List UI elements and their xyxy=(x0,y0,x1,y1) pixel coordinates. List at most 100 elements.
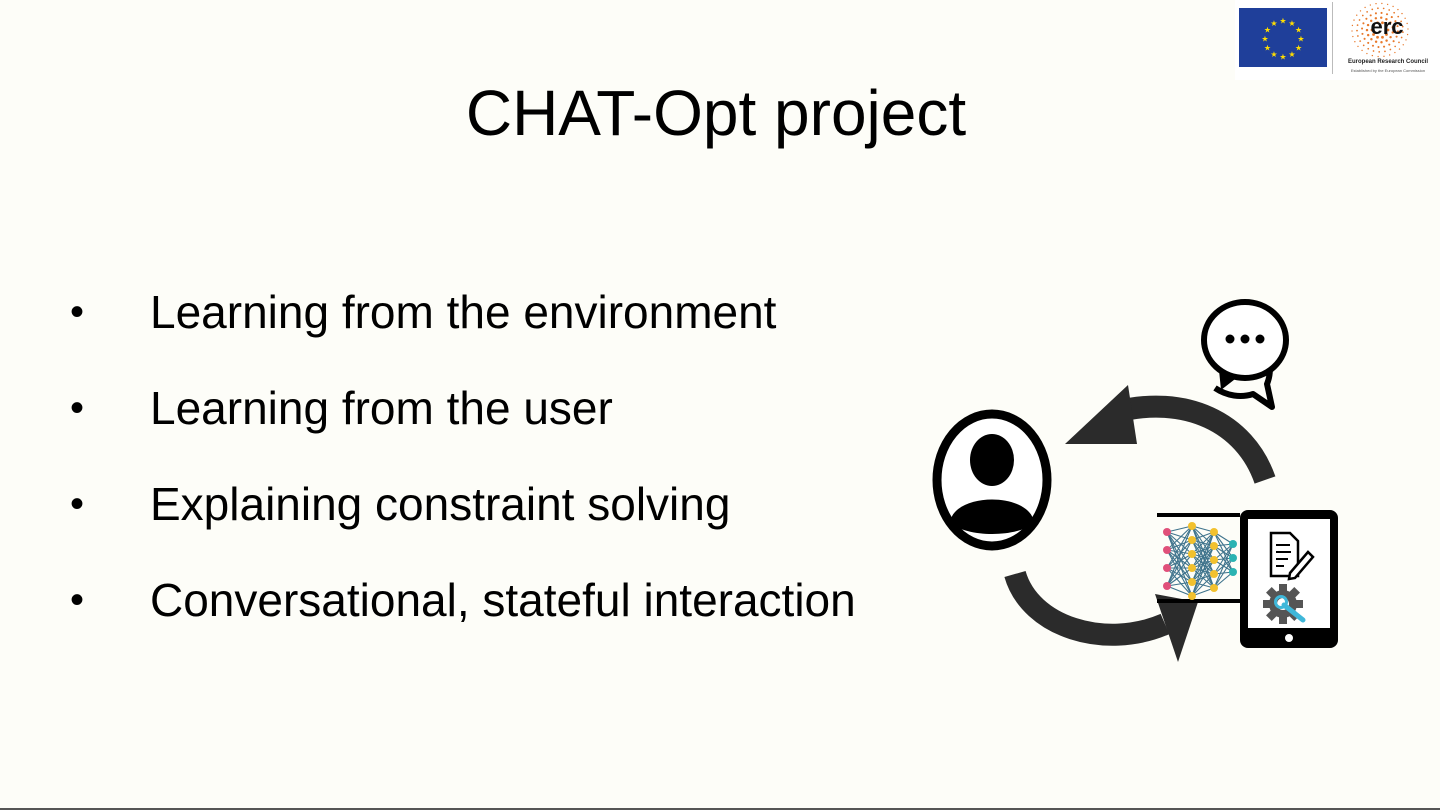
bullet-text: Explaining constraint solving xyxy=(150,478,731,530)
erc-name: European Research Council xyxy=(1347,59,1429,65)
erc-dot xyxy=(1405,39,1407,41)
erc-dot xyxy=(1361,32,1364,35)
nn-node xyxy=(1188,550,1196,558)
nn-node xyxy=(1229,540,1237,548)
nn-node xyxy=(1210,556,1218,564)
erc-dot xyxy=(1363,37,1366,40)
erc-dot xyxy=(1397,8,1399,11)
erc-dot xyxy=(1386,3,1389,6)
nn-node xyxy=(1210,542,1218,550)
erc-dot xyxy=(1367,47,1370,50)
erc-dot xyxy=(1365,28,1369,32)
eu-star-icon: ★ xyxy=(1270,50,1277,59)
erc-dot xyxy=(1380,41,1383,44)
erc-dot xyxy=(1359,40,1362,42)
nn-node xyxy=(1163,564,1171,572)
bullet-text: Learning from the user xyxy=(150,382,613,434)
erc-dot xyxy=(1351,30,1353,32)
bullet-dot: • xyxy=(70,290,85,334)
gear-wrench-icon xyxy=(1263,584,1306,624)
erc-dot xyxy=(1371,54,1374,57)
erc-dot xyxy=(1388,54,1391,56)
bullet-dot: • xyxy=(70,482,85,526)
erc-dot xyxy=(1369,4,1372,6)
nn-node xyxy=(1188,536,1196,544)
erc-dot xyxy=(1364,6,1366,9)
bullet-dot: • xyxy=(70,578,85,622)
user-icon xyxy=(932,409,1052,551)
interaction-diagram xyxy=(932,299,1338,662)
erc-dot xyxy=(1392,5,1394,8)
erc-dot xyxy=(1407,28,1409,30)
erc-dot xyxy=(1357,45,1359,48)
logo-area: ★ ★ ★ ★ ★ ★ ★ ★ ★ ★ ★ ★ erc European Research Counc… xyxy=(1235,0,1440,80)
erc-dot xyxy=(1398,41,1400,44)
erc-dot xyxy=(1366,23,1370,27)
erc-dot xyxy=(1388,43,1391,46)
logo-divider xyxy=(1332,2,1333,74)
erc-dot xyxy=(1353,19,1355,21)
slide-title: CHAT-Opt project xyxy=(465,77,967,149)
slide: ★ ★ ★ ★ ★ ★ ★ ★ ★ ★ ★ ★ erc European Research Counc… xyxy=(0,0,1440,810)
erc-dot xyxy=(1354,41,1356,43)
erc-dot xyxy=(1404,17,1406,19)
bullet-dot: • xyxy=(70,386,85,430)
nn-node xyxy=(1210,528,1218,536)
erc-dot xyxy=(1406,22,1408,25)
erc-dot xyxy=(1356,24,1359,27)
erc-dot xyxy=(1358,19,1361,21)
erc-dot xyxy=(1375,2,1377,5)
top-cycle-arrow xyxy=(1065,385,1276,484)
nn-node xyxy=(1229,554,1237,562)
erc-dot xyxy=(1378,50,1381,53)
erc-dot xyxy=(1398,48,1401,50)
nn-node xyxy=(1229,568,1237,576)
bullet-text: Conversational, stateful interaction xyxy=(150,574,856,626)
eu-flag-logo: ★ ★ ★ ★ ★ ★ ★ ★ ★ ★ ★ ★ xyxy=(1239,8,1327,67)
chat-bubbles-icon xyxy=(1201,299,1289,410)
erc-dot xyxy=(1372,50,1375,52)
neural-network-icon xyxy=(1157,513,1240,603)
bullet-text: Learning from the environment xyxy=(150,286,777,338)
erc-dot xyxy=(1365,17,1368,20)
eu-star-icon: ★ xyxy=(1295,26,1302,35)
erc-dot xyxy=(1381,2,1383,5)
nn-node xyxy=(1188,592,1196,600)
erc-dot xyxy=(1366,33,1370,37)
erc-dot xyxy=(1406,33,1409,36)
erc-subtitle: Established by the European Commission xyxy=(1350,68,1426,73)
eu-star-icon: ★ xyxy=(1261,35,1268,44)
erc-dot xyxy=(1377,55,1379,58)
erc-dot xyxy=(1361,14,1364,17)
eu-star-icon: ★ xyxy=(1270,19,1277,28)
nn-node xyxy=(1188,522,1196,530)
erc-dot xyxy=(1351,24,1354,27)
eu-star-icon: ★ xyxy=(1295,44,1302,53)
nn-node xyxy=(1188,578,1196,586)
erc-dot xyxy=(1361,49,1363,52)
erc-dot xyxy=(1392,40,1395,43)
erc-dot xyxy=(1356,29,1358,32)
nn-node xyxy=(1163,546,1171,554)
erc-dot xyxy=(1367,41,1370,44)
erc-dot xyxy=(1357,35,1359,37)
erc-dot xyxy=(1356,14,1358,16)
nn-node xyxy=(1188,564,1196,572)
erc-dot xyxy=(1352,35,1354,38)
erc-dot xyxy=(1362,22,1365,25)
erc-dot xyxy=(1361,27,1364,30)
erc-dot xyxy=(1389,48,1392,51)
erc-dot xyxy=(1366,52,1368,55)
eu-star-icon: ★ xyxy=(1279,17,1286,26)
erc-dot xyxy=(1402,44,1404,46)
erc-dot xyxy=(1362,44,1365,47)
eu-star-icon: ★ xyxy=(1264,44,1271,53)
nn-node xyxy=(1210,570,1218,578)
erc-dot xyxy=(1383,45,1386,48)
erc-dot xyxy=(1383,55,1385,58)
erc-dot xyxy=(1388,9,1391,11)
erc-dot xyxy=(1377,7,1379,10)
erc-dot xyxy=(1394,51,1396,54)
erc-dot xyxy=(1385,39,1388,42)
erc-dot xyxy=(1377,45,1380,49)
